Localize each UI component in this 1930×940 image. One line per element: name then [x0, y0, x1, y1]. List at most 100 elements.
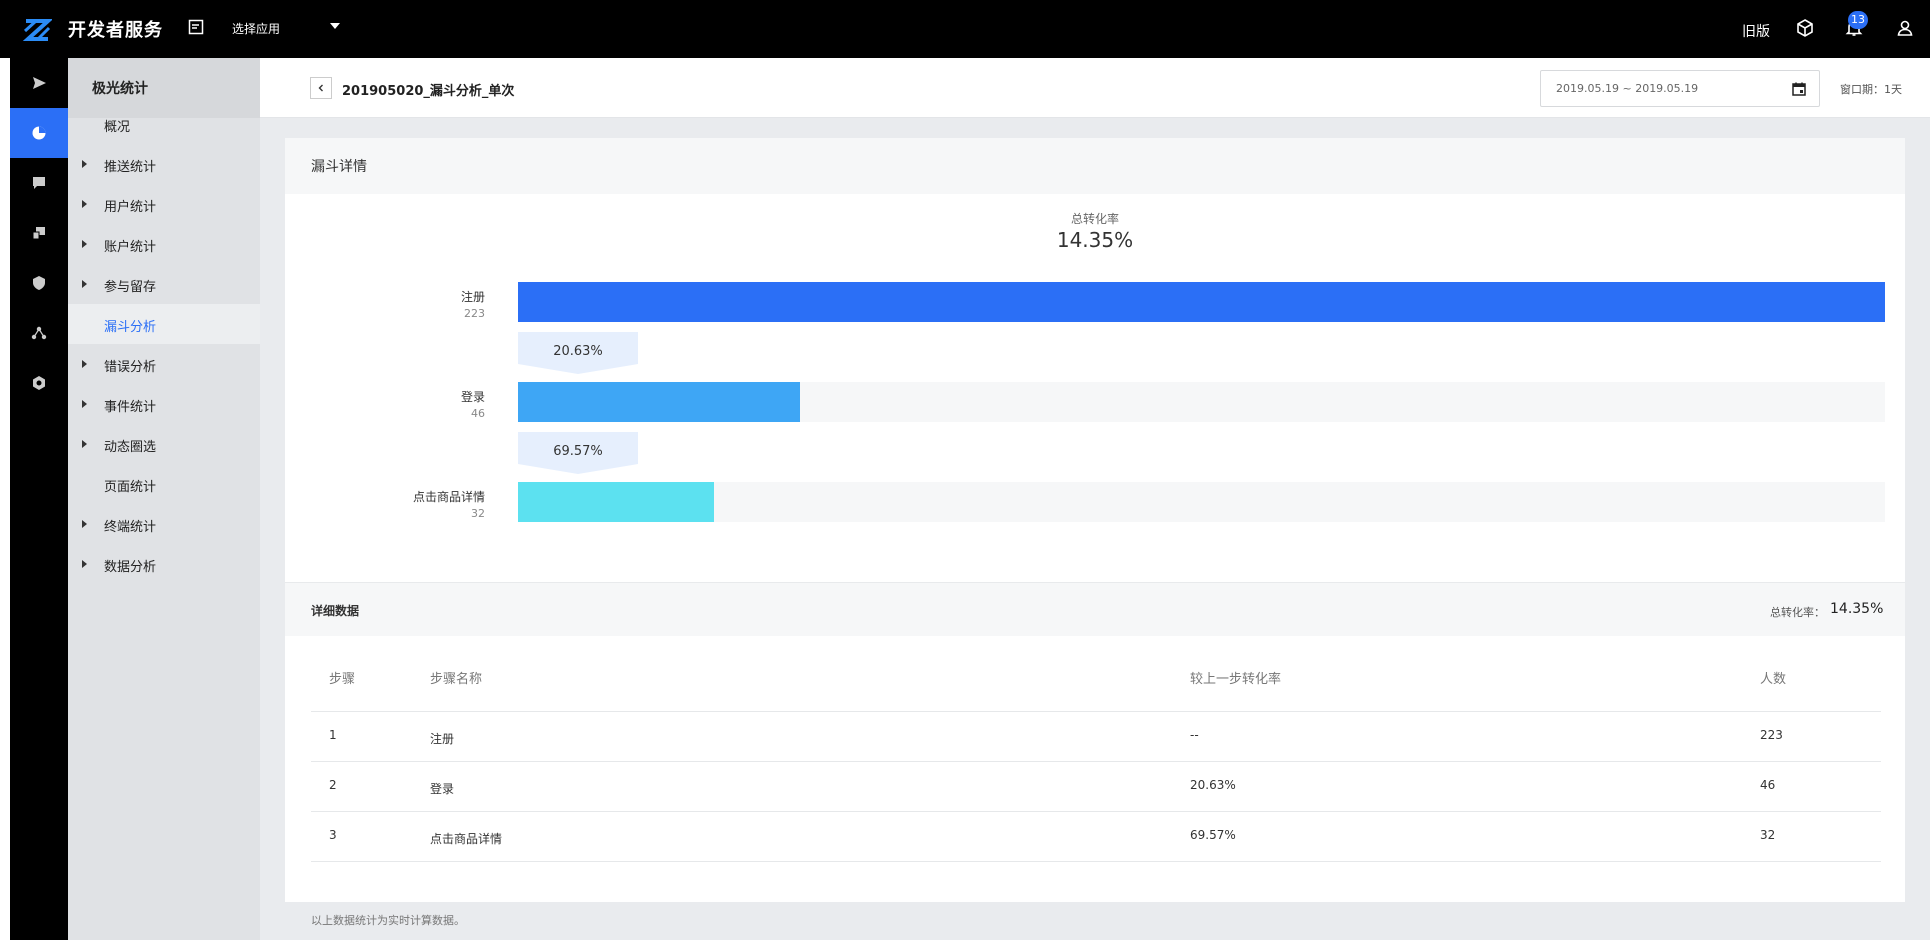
shield-icon [33, 276, 45, 290]
detail-total-label: 总转化率： [1770, 606, 1825, 619]
funnel-bar[interactable] [518, 482, 715, 522]
sidebar-item-label: 漏斗分析 [104, 320, 157, 335]
chevron-right-icon [82, 560, 87, 568]
subnav-title: 极光统计 [92, 81, 148, 97]
table-cell: 32 [1760, 828, 1776, 842]
table-cell: 3 [329, 828, 337, 842]
funnel-bar-track [518, 382, 1885, 422]
chevron-right-icon [82, 240, 87, 248]
top-bar: 开发者服务 选择应用 旧版 13 [0, 0, 1930, 58]
rail-item-stats[interactable] [10, 108, 68, 158]
rail-item-message[interactable] [10, 158, 68, 208]
funnel-step-name: 点击商品详情 [412, 490, 485, 504]
table-row-divider [311, 761, 1881, 762]
back-button[interactable] [310, 77, 332, 99]
table-cell: 20.63% [1190, 778, 1236, 792]
brand-title: 开发者服务 [68, 20, 163, 41]
table-header-cell: 步骤名称 [430, 672, 483, 687]
table-cell: 1 [329, 728, 337, 742]
date-range-value: 2019.05.19 ~ 2019.05.19 [1556, 82, 1699, 95]
table-header-cell: 步骤 [329, 672, 356, 687]
funnel-card: 漏斗详情 总转化率 14.35% 注册 223 登录 46 点击商品详情 32 20.63%… [285, 138, 1905, 902]
sidebar-item-label: 错误分析 [104, 360, 157, 375]
cube-icon[interactable] [1795, 18, 1815, 38]
page-header: 201905020_漏斗分析_单次 2019.05.19 ~ 2019.05.1… [260, 58, 1930, 118]
chevron-right-icon [82, 200, 87, 208]
sidebar-item[interactable]: 参与留存 [68, 264, 260, 304]
funnel-step-count: 223 [464, 307, 485, 320]
nodes-icon [31, 326, 47, 340]
sidebar-item[interactable]: 错误分析 [68, 344, 260, 384]
sidebar-item-label: 动态圈选 [104, 440, 157, 455]
sidebar-item[interactable]: 事件统计 [68, 384, 260, 424]
logo-icon[interactable] [22, 15, 52, 43]
table-cell: 登录 [430, 782, 455, 796]
sidebar-item-label: 概况 [104, 120, 131, 135]
sidebar-item[interactable]: 终端统计 [68, 504, 260, 544]
window-period: 窗口期：1天 [1840, 83, 1902, 96]
sidebar-item[interactable]: 数据分析 [68, 544, 260, 584]
footer-note: 以上数据统计为实时计算数据。 [311, 914, 465, 927]
old-version-link[interactable]: 旧版 [1742, 21, 1770, 41]
funnel-bar[interactable] [518, 282, 1885, 322]
table-cell: 2 [329, 778, 337, 792]
sidebar-item[interactable]: 账户统计 [68, 224, 260, 264]
table-cell: 223 [1760, 728, 1783, 742]
sidebar-item-label: 事件统计 [104, 400, 157, 415]
rail-item-security[interactable] [10, 258, 68, 308]
sidebar-item[interactable]: 漏斗分析 [68, 304, 260, 344]
table-header-cell: 人数 [1760, 672, 1787, 687]
sidebar-item-label: 推送统计 [104, 160, 157, 175]
detail-section-header: 详细数据 总转化率： 14.35% [285, 582, 1905, 636]
sidebar-item[interactable]: 推送统计 [68, 144, 260, 184]
funnel-rate-tag: 69.57% [518, 432, 638, 474]
sub-navigation: 极光统计 概况推送统计用户统计账户统计参与留存漏斗分析错误分析事件统计动态圈选页… [68, 58, 260, 940]
funnel-bar[interactable] [518, 382, 800, 422]
total-conversion-value: 14.35% [1056, 228, 1134, 252]
sidebar-item[interactable]: 页面统计 [68, 464, 260, 504]
total-conversion-label: 总转化率 [1070, 212, 1119, 226]
rail-item-device[interactable] [10, 208, 68, 258]
chevron-left-icon [318, 84, 323, 92]
sidebar-item-label: 用户统计 [104, 200, 157, 215]
table-row-divider [311, 711, 1881, 712]
rail-item-nodes[interactable] [10, 308, 68, 358]
user-icon[interactable] [1895, 18, 1915, 38]
funnel-rate-tag: 20.63% [518, 332, 638, 374]
table-row-divider [311, 811, 1881, 812]
chevron-right-icon [82, 520, 87, 528]
sidebar-item-label: 页面统计 [104, 480, 157, 495]
rail-edge [0, 58, 10, 940]
funnel-section-header: 漏斗详情 [285, 138, 1905, 194]
stats-icon [32, 126, 46, 140]
chevron-right-icon [82, 440, 87, 448]
chevron-right-icon [82, 280, 87, 288]
table-header-cell: 较上一步转化率 [1190, 672, 1282, 687]
detail-total-value: 14.35% [1830, 601, 1884, 617]
sidebar-item[interactable]: 动态圈选 [68, 424, 260, 464]
table-cell: 点击商品详情 [430, 832, 503, 846]
funnel-step-count: 32 [471, 507, 485, 520]
send-icon [33, 77, 46, 89]
funnel-step-name: 登录 [460, 390, 485, 404]
app-icon [188, 19, 204, 35]
rail-item-push[interactable] [10, 58, 68, 108]
icon-rail [10, 58, 68, 940]
sidebar-item-label: 数据分析 [104, 560, 157, 575]
rail-item-settings[interactable] [10, 358, 68, 408]
funnel-bar-track [518, 282, 1885, 322]
chevron-down-icon[interactable] [330, 23, 340, 29]
calendar-icon [1792, 82, 1806, 96]
table-cell: 69.57% [1190, 828, 1236, 842]
chevron-right-icon [82, 160, 87, 168]
funnel-rate-value: 20.63% [553, 344, 603, 359]
chevron-right-icon [82, 400, 87, 408]
sidebar-item[interactable]: 用户统计 [68, 184, 260, 224]
app-select[interactable]: 选择应用 [232, 20, 280, 37]
sidebar-item-label: 参与留存 [104, 280, 157, 295]
funnel-step-name: 注册 [460, 290, 485, 304]
funnel-step-count: 46 [471, 407, 485, 420]
detail-section-title: 详细数据 [311, 604, 360, 618]
date-range-picker[interactable]: 2019.05.19 ~ 2019.05.19 [1540, 70, 1820, 107]
sidebar-item[interactable]: 概况 [68, 104, 260, 144]
